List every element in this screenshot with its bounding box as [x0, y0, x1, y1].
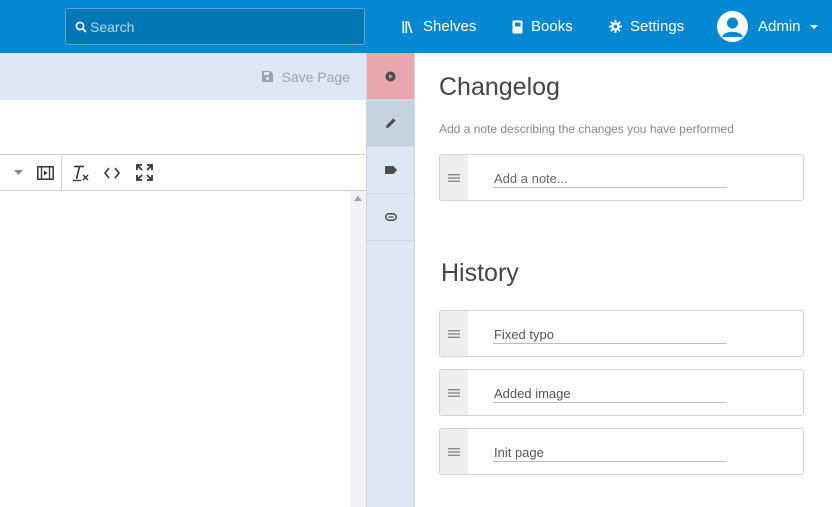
- history-item: [439, 428, 804, 475]
- drag-handle-icon[interactable]: [440, 311, 468, 356]
- note-card: [439, 154, 804, 201]
- save-icon: [261, 71, 273, 82]
- tab-changelog[interactable]: [367, 53, 414, 100]
- nav-settings-label: Settings: [630, 18, 685, 35]
- user-name: Admin: [758, 18, 801, 35]
- history-item: [439, 369, 804, 416]
- drag-handle-icon[interactable]: [440, 155, 468, 200]
- save-page-button[interactable]: Save Page: [261, 53, 351, 100]
- changelog-panel: Changelog Add a note describing the chan…: [415, 53, 832, 507]
- nav-settings[interactable]: Settings: [609, 0, 684, 53]
- note-input[interactable]: [493, 169, 727, 188]
- clear-formatting-icon[interactable]: [69, 155, 93, 190]
- changelog-heading: Changelog: [439, 73, 560, 101]
- avatar: [717, 11, 748, 42]
- nav-books[interactable]: Books: [512, 0, 573, 53]
- nav-shelves-label: Shelves: [423, 18, 477, 35]
- toolbar-divider: [61, 156, 62, 190]
- history-heading: History: [441, 259, 519, 287]
- chevron-down-icon[interactable]: [10, 155, 26, 190]
- changelog-description: Add a note describing the changes you ha…: [439, 122, 734, 136]
- user-menu[interactable]: Admin: [717, 0, 818, 53]
- nav-shelves[interactable]: Shelves: [402, 0, 476, 53]
- drag-handle-icon[interactable]: [440, 370, 468, 415]
- tab-edit[interactable]: [367, 100, 414, 147]
- label-icon: [384, 166, 397, 174]
- search-input[interactable]: [90, 9, 360, 44]
- history-input[interactable]: [493, 325, 727, 344]
- format-toolbar: [0, 155, 366, 191]
- code-icon[interactable]: [100, 155, 124, 190]
- search-icon: [75, 21, 87, 33]
- shelves-icon: [402, 20, 413, 33]
- video-icon[interactable]: [33, 155, 57, 190]
- chevron-down-icon: [809, 24, 818, 29]
- top-header: Shelves Books Settings Ad: [0, 0, 832, 53]
- user-icon: [722, 17, 743, 37]
- search-box[interactable]: [65, 8, 365, 45]
- save-page-label: Save Page: [281, 68, 351, 85]
- edit-icon: [385, 118, 396, 128]
- gear-icon: [609, 20, 622, 33]
- tab-tags[interactable]: [367, 147, 414, 194]
- history-item: [439, 310, 804, 357]
- scrollbar[interactable]: [350, 191, 366, 507]
- tag-icon: [385, 71, 396, 81]
- history-input[interactable]: [493, 443, 727, 462]
- editor-content[interactable]: [0, 191, 350, 507]
- fullscreen-icon[interactable]: [132, 155, 156, 190]
- history-input[interactable]: [493, 384, 727, 403]
- editor-action-bar: Save Page: [0, 53, 366, 100]
- scroll-up-icon[interactable]: [354, 196, 362, 201]
- drag-handle-icon[interactable]: [440, 429, 468, 474]
- nav-books-label: Books: [531, 18, 573, 35]
- page-title-area[interactable]: [0, 100, 366, 155]
- book-icon: [512, 20, 523, 33]
- attachment-icon: [384, 213, 397, 221]
- toolbox-tabs: [366, 53, 415, 507]
- tab-attachments[interactable]: [367, 194, 414, 241]
